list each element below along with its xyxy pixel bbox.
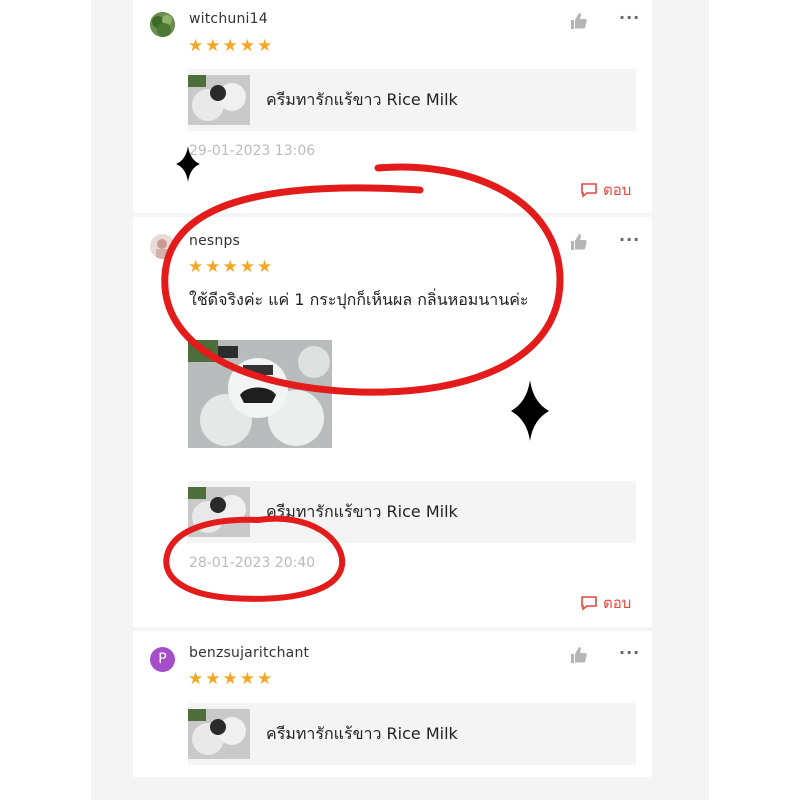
product-link[interactable]: ครีมทารักแร้ขาว Rice Milk [188,69,636,131]
product-name: ครีมทารักแร้ขาว Rice Milk [266,724,458,743]
comment-icon [581,183,597,198]
review-text: ใช้ดีจริงค่ะ แค่ 1 กระปุกก็เห็นผล กลิ่นห… [189,290,529,309]
thumbs-up-icon[interactable] [569,645,589,665]
product-thumbnail [188,75,250,125]
more-options-icon[interactable]: ··· [619,8,640,27]
username[interactable]: nesnps [189,233,240,249]
review-card-witchuni14: witchuni14 ★★★★★ ··· ครีมทารักแร้ขาว Ric… [133,0,652,213]
product-name: ครีมทารักแร้ขาว Rice Milk [266,90,458,109]
product-thumbnail [188,487,250,537]
star-rating: ★★★★★ [188,669,275,689]
reply-label: ตอบ [603,594,632,612]
leaf-avatar-icon[interactable] [150,12,175,37]
product-name: ครีมทารักแร้ขาว Rice Milk [266,502,458,521]
letter-avatar[interactable]: P [150,647,175,672]
more-options-icon[interactable]: ··· [619,230,640,249]
reply-button[interactable]: ตอบ [580,591,631,615]
product-link[interactable]: ครีมทารักแร้ขาว Rice Milk [188,481,636,543]
product-link[interactable]: ครีมทารักแร้ขาว Rice Milk [188,703,636,765]
more-options-icon[interactable]: ··· [619,643,640,662]
review-card-benzsujaritchant: P benzsujaritchant ★★★★★ ··· ครีมทารักแร… [133,631,652,777]
username[interactable]: witchuni14 [189,11,268,27]
review-photo[interactable] [188,340,332,448]
review-date: 28-01-2023 20:40 [189,555,316,571]
review-date: 29-01-2023 13:06 [189,143,316,159]
product-thumbnail [188,709,250,759]
username[interactable]: benzsujaritchant [189,645,309,661]
thumbs-up-icon[interactable] [569,232,589,252]
reply-label: ตอบ [603,181,632,199]
star-rating: ★★★★★ [188,36,275,56]
star-rating: ★★★★★ [188,257,275,277]
reply-button[interactable]: ตอบ [580,178,631,202]
thumbs-up-icon[interactable] [569,11,589,31]
comment-icon [581,596,597,611]
review-card-nesnps: nesnps ★★★★★ ··· ใช้ดีจริงค่ะ แค่ 1 กระป… [133,217,652,627]
photo-avatar-icon[interactable] [150,234,175,259]
